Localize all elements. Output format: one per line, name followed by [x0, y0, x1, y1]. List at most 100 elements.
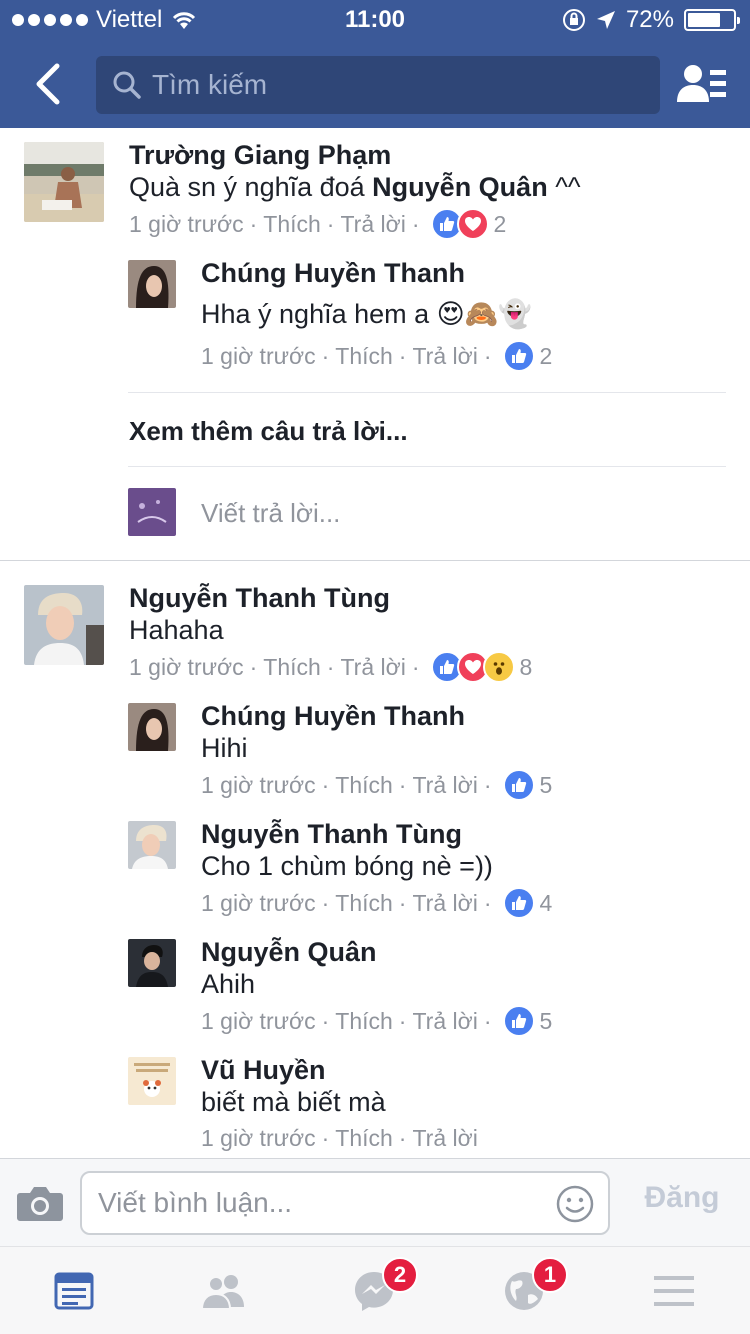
post-button[interactable]: Đăng — [630, 1181, 734, 1225]
comment-meta: 1 giờ trước · Thích · Trả lời · 8 — [129, 651, 532, 683]
avatar[interactable] — [24, 142, 104, 222]
like-reaction-icon — [503, 1005, 536, 1037]
avatar[interactable] — [128, 821, 176, 869]
comment-meta: 1 giờ trước · Thích · Trả lời · 2 — [129, 208, 506, 240]
avatar[interactable] — [128, 1057, 176, 1105]
avatar[interactable] — [24, 585, 104, 665]
reply-author[interactable]: Chúng Huyền Thanh — [201, 701, 465, 732]
like-reaction-icon — [503, 340, 536, 372]
friends-icon — [200, 1275, 244, 1309]
like-link[interactable]: Thích — [335, 1125, 393, 1152]
tab-news-feed[interactable] — [44, 1263, 104, 1319]
status-bar: Viettel 11:00 72% — [0, 0, 750, 40]
my-avatar — [128, 488, 176, 536]
tab-messenger[interactable]: 2 — [344, 1257, 418, 1319]
reply-author[interactable]: Nguyễn Thanh Tùng — [201, 819, 462, 850]
friends-list-icon — [677, 65, 726, 102]
search-bar[interactable] — [96, 56, 660, 114]
reaction-summary[interactable]: 4 — [503, 887, 552, 919]
reply-link[interactable]: Trả lời — [340, 654, 405, 681]
comment-text: Quà sn ý nghĩa đoá Nguyễn Quân ^^ — [129, 172, 581, 203]
reaction-count: 5 — [539, 1007, 553, 1034]
reply-meta: 1 giờ trước · Thích · Trả lời · 2 — [201, 340, 552, 372]
news-feed-icon — [54, 1272, 94, 1310]
reply-text: Hha ý nghĩa hem a 😍🙈👻 — [201, 299, 533, 329]
comment-author[interactable]: Nguyễn Thanh Tùng — [129, 583, 390, 614]
reply-meta: 1 giờ trước · Thích · Trả lời · 4 — [201, 887, 552, 919]
reply-meta: 1 giờ trước · Thích · Trả lời · 5 — [201, 1005, 552, 1037]
tab-menu[interactable] — [644, 1263, 704, 1319]
reply-text: Ahih — [201, 969, 256, 999]
messenger-badge: 2 — [382, 1257, 418, 1293]
reaction-count: 4 — [539, 889, 553, 916]
like-reaction-icon — [503, 887, 536, 919]
reply-link[interactable]: Trả lời — [412, 343, 477, 370]
timestamp: 1 giờ trước — [129, 210, 244, 237]
back-button[interactable] — [22, 56, 72, 112]
reply-link[interactable]: Trả lời — [412, 890, 477, 917]
avatar[interactable] — [128, 260, 176, 308]
battery-percent: 72% — [625, 6, 674, 33]
comment-composer: Đăng — [0, 1158, 750, 1246]
emoji-button[interactable] — [556, 1185, 594, 1223]
comment-text-part: ^^ — [547, 172, 581, 202]
location-arrow-icon — [596, 11, 615, 29]
tab-friends[interactable] — [194, 1263, 254, 1319]
like-link[interactable]: Thích — [335, 890, 393, 917]
reply-text: biết mà biết mà — [201, 1087, 386, 1117]
comments-list: Trường Giang Phạm Quà sn ý nghĩa đoá Ngu… — [0, 128, 750, 1158]
comment-box[interactable] — [80, 1171, 610, 1235]
reaction-count: 2 — [539, 342, 553, 369]
reply-text: Hihi — [201, 733, 248, 763]
mention-link[interactable]: Nguyễn Quân — [372, 172, 548, 202]
reply-link[interactable]: Trả lời — [412, 772, 477, 799]
reply-meta: 1 giờ trước · Thích · Trả lời · 5 — [201, 769, 552, 801]
top-bar: Viettel 11:00 72% — [0, 0, 750, 128]
comment-author[interactable]: Trường Giang Phạm — [129, 140, 391, 171]
comment-text-part: Quà sn ý nghĩa đoá — [129, 172, 373, 202]
reaction-summary[interactable]: 2 — [503, 340, 552, 372]
wow-reaction-icon — [483, 651, 516, 683]
search-input[interactable] — [152, 69, 632, 101]
view-more-replies-link[interactable]: Xem thêm câu trả lời... — [129, 416, 408, 447]
reply-link[interactable]: Trả lời — [412, 1125, 477, 1152]
reaction-summary[interactable]: 5 — [503, 769, 552, 801]
reaction-summary[interactable]: 8 — [431, 651, 532, 683]
reply-author[interactable]: Vũ Huyền — [201, 1055, 326, 1086]
reply-author[interactable]: Chúng Huyền Thanh — [201, 258, 465, 289]
reaction-summary[interactable]: 2 — [431, 208, 506, 240]
hamburger-menu-icon — [654, 1276, 694, 1306]
love-reaction-icon — [457, 208, 490, 240]
divider — [128, 466, 726, 467]
reply-meta: 1 giờ trước · Thích · Trả lời — [201, 1125, 478, 1152]
like-link[interactable]: Thích — [263, 211, 321, 238]
timestamp: 1 giờ trước — [201, 342, 316, 369]
like-link[interactable]: Thích — [263, 654, 321, 681]
search-icon — [113, 71, 141, 99]
like-reaction-icon — [503, 769, 536, 801]
camera-icon — [17, 1187, 63, 1221]
reply-link[interactable]: Trả lời — [340, 211, 405, 238]
reaction-count: 8 — [519, 653, 533, 680]
avatar[interactable] — [128, 703, 176, 751]
comment-text: Hahaha — [129, 615, 224, 645]
reply-input[interactable]: Viết trả lời... — [201, 498, 340, 529]
timestamp: 1 giờ trước — [201, 771, 316, 798]
avatar[interactable] — [128, 939, 176, 987]
like-link[interactable]: Thích — [335, 772, 393, 799]
reaction-count: 5 — [539, 771, 553, 798]
like-link[interactable]: Thích — [335, 343, 393, 370]
tab-notifications[interactable]: 1 — [494, 1257, 568, 1319]
reaction-summary[interactable]: 5 — [503, 1005, 552, 1037]
notifications-badge: 1 — [532, 1257, 568, 1293]
timestamp: 1 giờ trước — [201, 1007, 316, 1034]
friends-list-button[interactable] — [676, 62, 728, 108]
timestamp: 1 giờ trước — [201, 889, 316, 916]
battery-icon — [684, 9, 740, 31]
camera-button[interactable] — [16, 1183, 64, 1223]
reply-link[interactable]: Trả lời — [412, 1008, 477, 1035]
timestamp: 1 giờ trước — [129, 653, 244, 680]
comment-input[interactable] — [98, 1183, 538, 1223]
reply-author[interactable]: Nguyễn Quân — [201, 937, 377, 968]
like-link[interactable]: Thích — [335, 1008, 393, 1035]
